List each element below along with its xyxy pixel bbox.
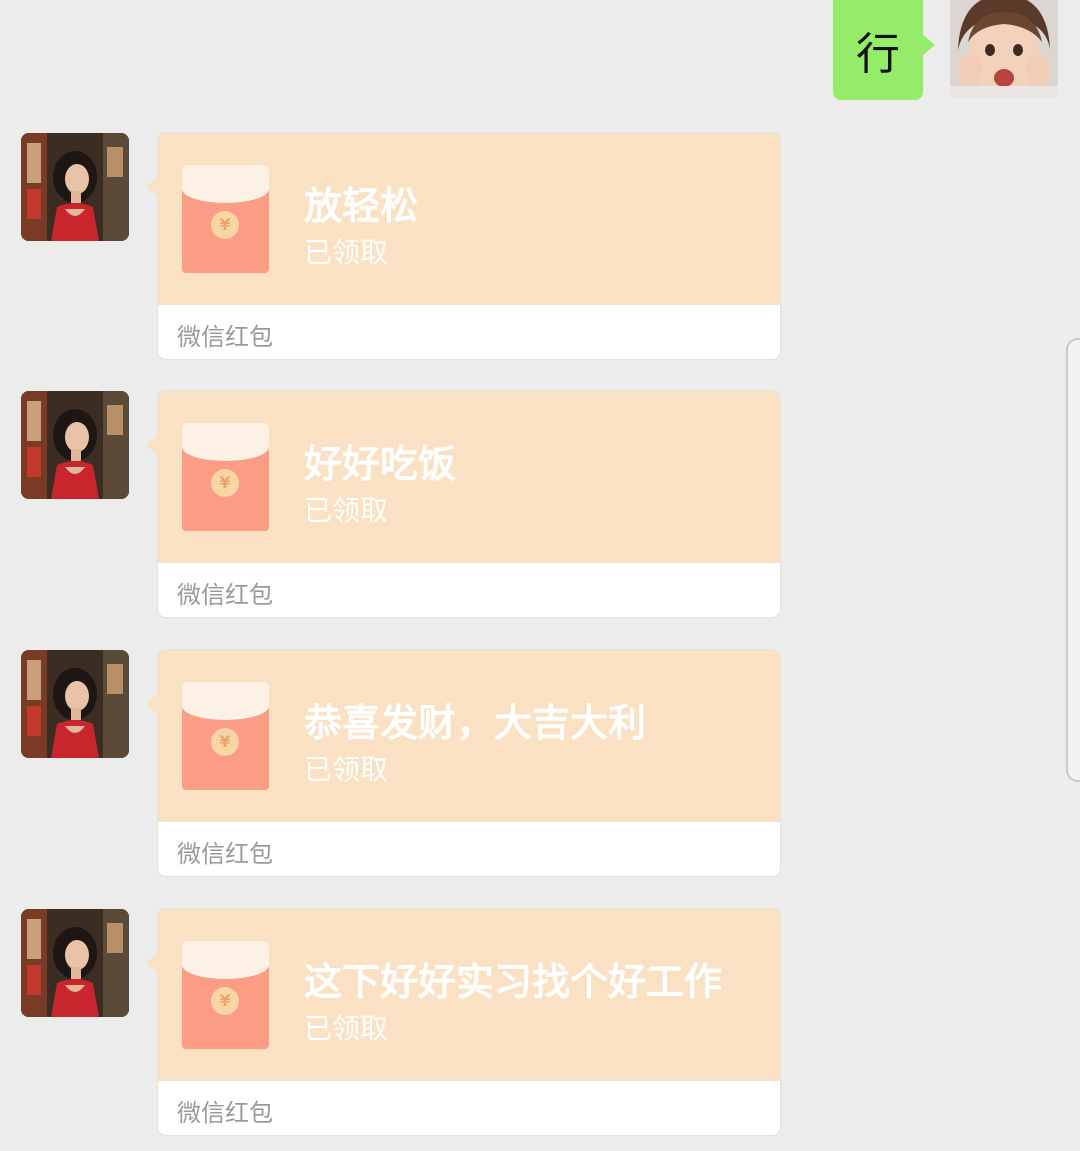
envelope-flap	[182, 941, 269, 979]
outgoing-message-text: 行	[856, 29, 900, 80]
red-packet-card[interactable]: ¥ 这下好好实习找个好工作 已领取 微信红包	[146, 909, 780, 1135]
red-packet-card[interactable]: ¥ 放轻松 已领取 微信红包	[146, 133, 780, 359]
red-packet-body: ¥ 恭喜发财，大吉大利 已领取	[158, 650, 780, 822]
red-packet-envelope-icon: ¥	[182, 165, 269, 273]
red-packet-greeting: 这下好好实习找个好工作	[304, 960, 723, 1004]
envelope-flap	[182, 423, 269, 461]
envelope-flap	[182, 165, 269, 203]
red-packet-status: 已领取	[304, 236, 389, 269]
child-avatar-icon	[950, 0, 1058, 98]
sender-avatar[interactable]	[21, 909, 129, 1017]
outgoing-message-bubble[interactable]: 行	[833, 0, 935, 100]
red-packet-footer: 微信红包	[177, 1099, 273, 1127]
red-packet-body: ¥ 放轻松 已领取	[158, 133, 780, 305]
red-packet-greeting: 恭喜发财，大吉大利	[304, 701, 647, 745]
yuan-coin-icon: ¥	[211, 728, 239, 756]
scrollbar[interactable]	[1066, 338, 1080, 782]
red-packet-envelope-icon: ¥	[182, 423, 269, 531]
woman-avatar-icon	[21, 909, 129, 1017]
woman-avatar-icon	[21, 650, 129, 758]
red-packet-status: 已领取	[304, 1012, 389, 1045]
my-avatar[interactable]	[950, 0, 1058, 98]
red-packet-footer: 微信红包	[177, 323, 273, 351]
yuan-coin-icon: ¥	[211, 987, 239, 1015]
woman-avatar-icon	[21, 391, 129, 499]
yuan-coin-icon: ¥	[211, 469, 239, 497]
red-packet-greeting: 放轻松	[304, 184, 419, 228]
red-packet-body: ¥ 好好吃饭 已领取	[158, 391, 780, 563]
envelope-flap	[182, 682, 269, 720]
red-packet-envelope-icon: ¥	[182, 682, 269, 790]
sender-avatar[interactable]	[21, 391, 129, 499]
red-packet-card[interactable]: ¥ 恭喜发财，大吉大利 已领取 微信红包	[146, 650, 780, 876]
red-packet-status: 已领取	[304, 494, 389, 527]
woman-avatar-icon	[21, 133, 129, 241]
red-packet-body: ¥ 这下好好实习找个好工作 已领取	[158, 909, 780, 1081]
red-packet-envelope-icon: ¥	[182, 941, 269, 1049]
red-packet-footer: 微信红包	[177, 840, 273, 868]
red-packet-card[interactable]: ¥ 好好吃饭 已领取 微信红包	[146, 391, 780, 617]
sender-avatar[interactable]	[21, 133, 129, 241]
yuan-coin-icon: ¥	[211, 211, 239, 239]
red-packet-greeting: 好好吃饭	[304, 442, 457, 486]
sender-avatar[interactable]	[21, 650, 129, 758]
red-packet-status: 已领取	[304, 753, 389, 786]
red-packet-footer: 微信红包	[177, 581, 273, 609]
